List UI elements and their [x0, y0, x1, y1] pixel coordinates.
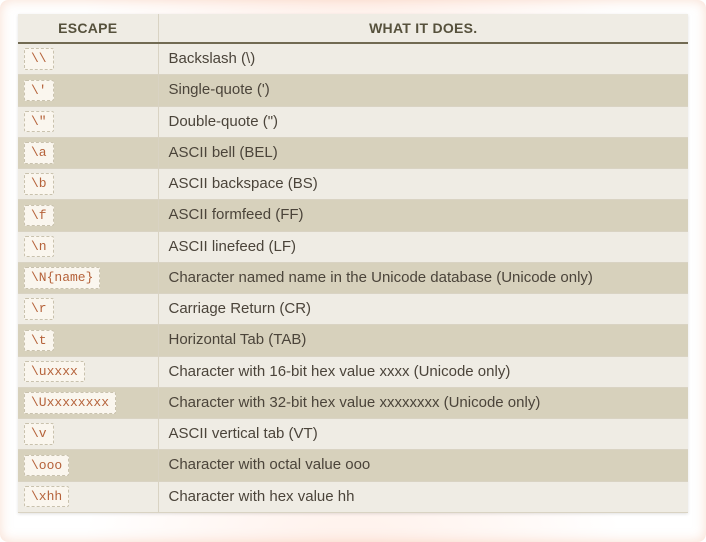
table-row: \b ASCII backspace (BS)	[18, 169, 688, 200]
escape-code: \r	[24, 298, 54, 320]
escape-cell: \uxxxx	[18, 356, 158, 387]
escape-cell: \xhh	[18, 481, 158, 512]
escape-cell: \\	[18, 43, 158, 75]
escape-cell: \ooo	[18, 450, 158, 481]
table-row: \N{name} Character named name in the Unic…	[18, 262, 688, 293]
escape-code: \N{name}	[24, 267, 100, 289]
description-cell: Character with octal value ooo	[158, 450, 688, 481]
escape-cell: \"	[18, 106, 158, 137]
table-row: \a ASCII bell (BEL)	[18, 137, 688, 168]
table-row: \Uxxxxxxxx Character with 32-bit hex valu…	[18, 387, 688, 418]
table-row: \xhh Character with hex value hh	[18, 481, 688, 512]
table-row: \" Double-quote (")	[18, 106, 688, 137]
escape-cell: \a	[18, 137, 158, 168]
table-row: \' Single-quote (')	[18, 75, 688, 106]
escape-code: \n	[24, 236, 54, 258]
description-cell: ASCII linefeed (LF)	[158, 231, 688, 262]
description-cell: Single-quote (')	[158, 75, 688, 106]
escape-code: \v	[24, 423, 54, 445]
escape-cell: \n	[18, 231, 158, 262]
description-cell: Carriage Return (CR)	[158, 294, 688, 325]
description-cell: Double-quote (")	[158, 106, 688, 137]
escape-cell: \f	[18, 200, 158, 231]
escape-code: \a	[24, 142, 54, 164]
col-header-description: WHAT IT DOES.	[158, 14, 688, 43]
description-cell: Character with 32-bit hex value xxxxxxxx…	[158, 387, 688, 418]
table-row: \v ASCII vertical tab (VT)	[18, 419, 688, 450]
escape-code: \xhh	[24, 486, 69, 508]
table-header-row: ESCAPE WHAT IT DOES.	[18, 14, 688, 43]
escape-code: \t	[24, 330, 54, 352]
escape-code: \b	[24, 173, 54, 195]
table-row: \ooo Character with octal value ooo	[18, 450, 688, 481]
escape-cell: \N{name}	[18, 262, 158, 293]
escape-cell: \r	[18, 294, 158, 325]
content-frame: ESCAPE WHAT IT DOES. \\ Backslash (\) \' Si…	[0, 0, 706, 542]
escape-code: \f	[24, 205, 54, 227]
escape-code: \ooo	[24, 455, 69, 477]
table-row: \r Carriage Return (CR)	[18, 294, 688, 325]
description-cell: Character named name in the Unicode data…	[158, 262, 688, 293]
escape-code: \Uxxxxxxxx	[24, 392, 116, 414]
escape-cell: \Uxxxxxxxx	[18, 387, 158, 418]
description-cell: Character with hex value hh	[158, 481, 688, 512]
table-row: \uxxxx Character with 16-bit hex value xx…	[18, 356, 688, 387]
escape-cell: \'	[18, 75, 158, 106]
table-row: \f ASCII formfeed (FF)	[18, 200, 688, 231]
escape-cell: \b	[18, 169, 158, 200]
escape-code: \\	[24, 48, 54, 70]
table-body: \\ Backslash (\) \' Single-quote (') \" Doubl…	[18, 43, 688, 512]
description-cell: ASCII formfeed (FF)	[158, 200, 688, 231]
table-row: \n ASCII linefeed (LF)	[18, 231, 688, 262]
col-header-escape: ESCAPE	[18, 14, 158, 43]
description-cell: Character with 16-bit hex value xxxx (Un…	[158, 356, 688, 387]
table-row: \t Horizontal Tab (TAB)	[18, 325, 688, 356]
description-cell: ASCII bell (BEL)	[158, 137, 688, 168]
table-row: \\ Backslash (\)	[18, 43, 688, 75]
escape-code: \uxxxx	[24, 361, 85, 383]
description-cell: ASCII vertical tab (VT)	[158, 419, 688, 450]
escape-code: \"	[24, 111, 54, 133]
escape-code: \'	[24, 80, 54, 102]
escape-cell: \v	[18, 419, 158, 450]
description-cell: ASCII backspace (BS)	[158, 169, 688, 200]
escape-table: ESCAPE WHAT IT DOES. \\ Backslash (\) \' Si…	[18, 14, 688, 513]
escape-cell: \t	[18, 325, 158, 356]
description-cell: Backslash (\)	[158, 43, 688, 75]
description-cell: Horizontal Tab (TAB)	[158, 325, 688, 356]
